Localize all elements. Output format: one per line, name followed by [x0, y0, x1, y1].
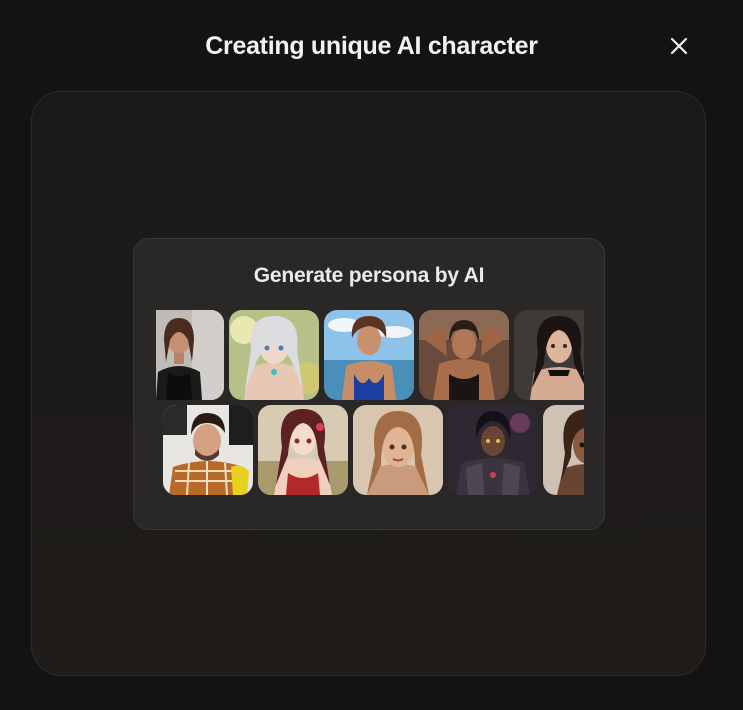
portrait-woman-black-dress [156, 310, 224, 400]
portrait-anime-red-dress [258, 405, 348, 495]
portrait-man-plaid-shirt [163, 405, 253, 495]
portrait-woman-dark-curls [514, 310, 584, 400]
gallery-row-2 [156, 405, 584, 495]
card-title: Generate persona by AI [253, 264, 485, 287]
modal-title: Creating unique AI character [205, 32, 538, 60]
ai-character-modal: Creating unique AI character Generate pe… [0, 0, 743, 710]
close-button[interactable] [664, 32, 694, 62]
gallery-row-1 [156, 310, 584, 400]
portrait-woman-blue-swimsuit [324, 310, 414, 400]
portrait-anime-silver-hair [229, 310, 319, 400]
portrait-woman-curly-hair [543, 405, 584, 495]
portrait-woman-light-brown-hair [353, 405, 443, 495]
close-icon [670, 37, 688, 55]
persona-card: Generate persona by AI [133, 238, 605, 530]
portrait-fantasy-dark-armor [448, 405, 538, 495]
portrait-fantasy-bronze-woman [419, 310, 509, 400]
